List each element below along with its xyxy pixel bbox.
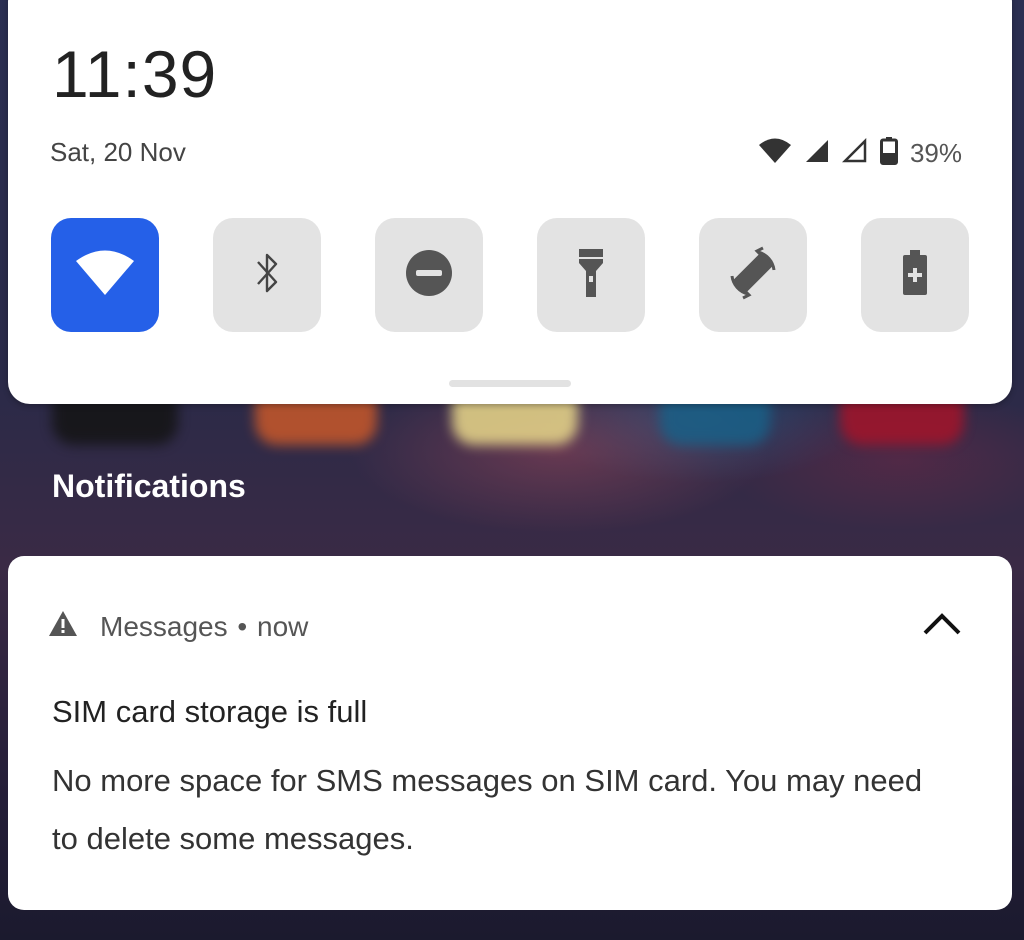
status-bar: 39%	[758, 137, 962, 169]
battery-saver-tile[interactable]	[861, 218, 969, 332]
auto-rotate-tile[interactable]	[699, 218, 807, 332]
flashlight-icon	[576, 247, 606, 303]
do-not-disturb-icon	[404, 248, 454, 302]
battery-saver-icon	[902, 250, 928, 300]
flashlight-tile[interactable]	[537, 218, 645, 332]
notification-body: No more space for SMS messages on SIM ca…	[52, 763, 923, 856]
date: Sat, 20 Nov	[50, 137, 186, 167]
quick-settings-tiles	[51, 218, 969, 332]
notification-app-name: Messages	[100, 611, 228, 642]
drag-handle[interactable]	[449, 380, 571, 387]
battery-percent: 39%	[909, 137, 962, 168]
bluetooth-tile[interactable]	[213, 218, 321, 332]
rotate-icon	[722, 242, 784, 308]
cell-signal-icon	[804, 138, 830, 168]
chevron-up-icon	[922, 613, 962, 640]
wifi-tile[interactable]	[51, 218, 159, 332]
clock: 11:39	[52, 37, 218, 111]
battery-icon	[879, 137, 898, 169]
quick-settings-panel: 11:39 Sat, 20 Nov 39%	[8, 0, 1012, 404]
notifications-header: Notifications	[52, 468, 246, 504]
bluetooth-icon	[252, 250, 282, 300]
warning-icon	[48, 610, 78, 644]
notification-header: Messages • now	[48, 610, 308, 644]
cell-signal-empty-icon	[841, 137, 868, 168]
separator-dot: •	[237, 611, 248, 642]
notification-card[interactable]: Messages • now SIM card storage is full …	[8, 556, 1012, 910]
notification-title: SIM card storage is full	[52, 694, 368, 729]
collapse-button[interactable]	[922, 612, 962, 640]
notification-time: now	[257, 611, 309, 642]
wifi-icon	[74, 248, 136, 302]
do-not-disturb-tile[interactable]	[375, 218, 483, 332]
wifi-icon	[758, 138, 792, 168]
